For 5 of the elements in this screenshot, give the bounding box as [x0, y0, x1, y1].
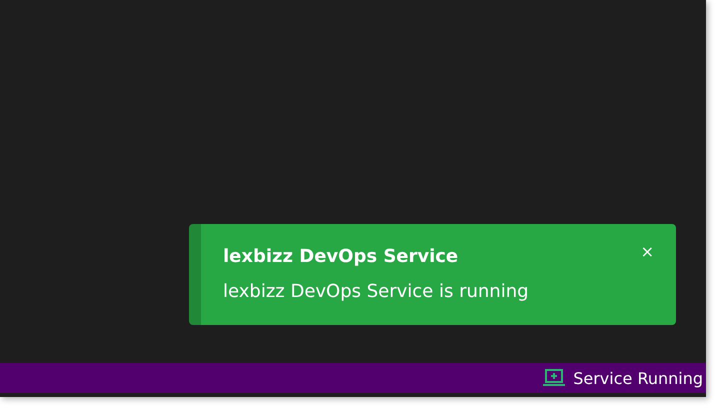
status-text: Service Running — [573, 368, 703, 388]
close-button[interactable]: × — [640, 242, 654, 261]
notification-title: lexbizz DevOps Service — [223, 246, 460, 267]
notification-message: lexbizz DevOps Service is running — [223, 281, 530, 302]
laptop-plus-icon — [543, 369, 566, 387]
